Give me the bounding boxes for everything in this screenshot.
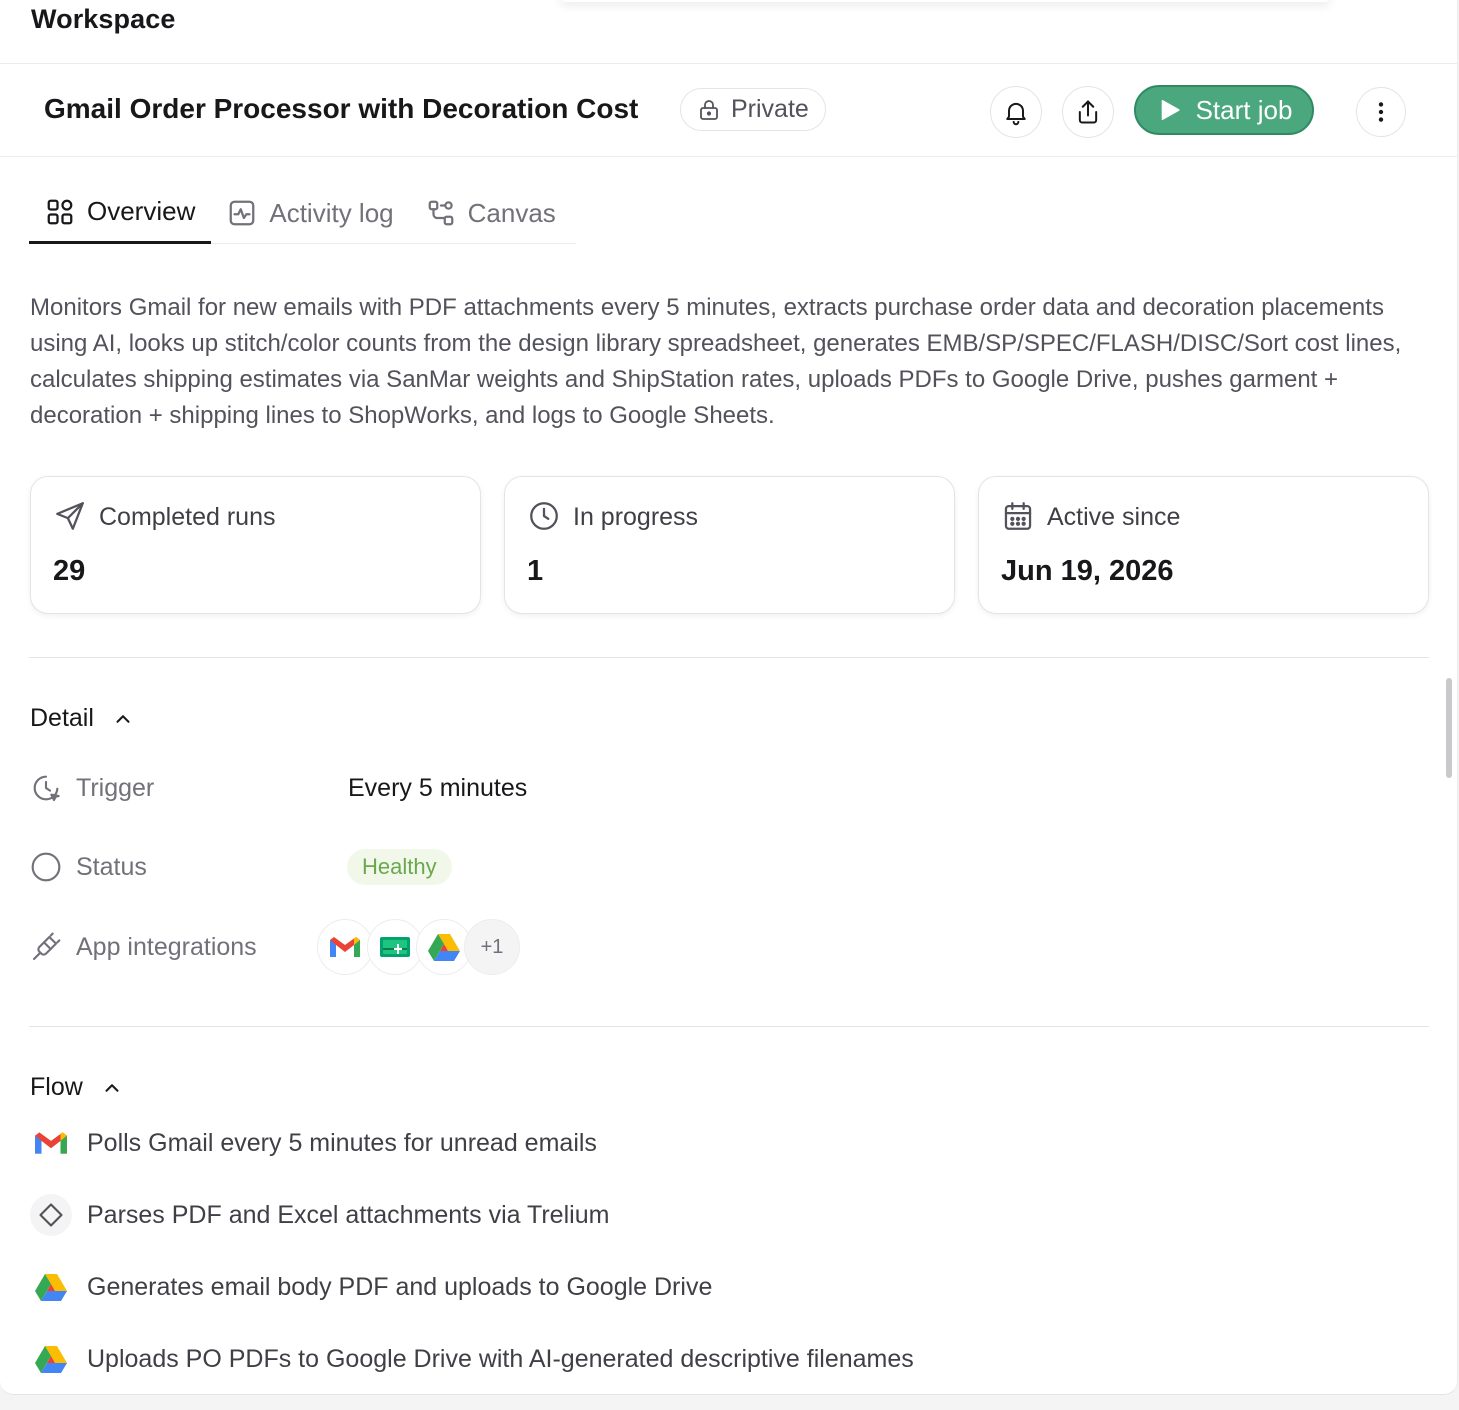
workspace-bar: Workspace [0, 0, 1457, 64]
google-drive-icon [428, 934, 460, 961]
flow-step-text: Uploads PO PDFs to Google Drive with AI-… [87, 1344, 914, 1373]
clock-refresh-icon [33, 775, 60, 802]
page: Workspace Gmail Order Processor with Dec… [0, 0, 1459, 1410]
google-drive-icon [35, 1346, 67, 1373]
detail-row-integrations: App integrations [30, 927, 257, 967]
tab-overview[interactable]: Overview [29, 182, 212, 244]
flow-step-icon [30, 1266, 72, 1308]
stat-label: Active since [1047, 503, 1181, 531]
stat-label: In progress [573, 503, 699, 531]
status-label: Status [76, 852, 147, 881]
flow-section-toggle[interactable]: Flow [30, 1073, 123, 1102]
tab-canvas-label: Canvas [467, 197, 556, 228]
workflow-icon [428, 200, 453, 226]
detail-section-toggle[interactable]: Detail [30, 704, 134, 733]
scrollbar-thumb[interactable] [1446, 678, 1452, 778]
integrations-label: App integrations [76, 932, 257, 961]
flow-title: Flow [30, 1073, 83, 1101]
stat-value: 29 [53, 555, 86, 587]
flow-step: Polls Gmail every 5 minutes for unread e… [30, 1122, 597, 1164]
detail-title: Detail [30, 704, 94, 732]
section-divider [29, 657, 1429, 658]
detail-row-status: Status Healthy [30, 847, 452, 887]
flow-step-text: Parses PDF and Excel attachments via Tre… [87, 1200, 610, 1229]
more-options-button[interactable] [1356, 87, 1406, 137]
start-job-label: Start job [1195, 94, 1293, 125]
gmail-icon [35, 1132, 67, 1154]
flow-step-icon [30, 1338, 72, 1380]
integration-google-sheets[interactable] [367, 919, 423, 975]
integrations-more-label: +1 [480, 935, 504, 958]
visibility-button[interactable]: Private [680, 88, 826, 131]
floating-overlay-edge [560, 0, 1330, 2]
tab-activity-log[interactable]: Activity log [211, 182, 409, 244]
job-description: Monitors Gmail for new emails with PDF a… [30, 294, 1402, 429]
flow-step-icon [30, 1194, 72, 1236]
more-vertical-icon [1378, 102, 1384, 122]
tab-bar: Overview Activity log Canvas [29, 182, 576, 244]
notifications-button[interactable] [990, 86, 1042, 138]
stat-card-in-progress: In progress 1 [504, 476, 955, 614]
tab-activity-log-label: Activity log [269, 197, 394, 228]
chevron-up-icon [105, 1083, 119, 1092]
job-header: Gmail Order Processor with Decoration Co… [0, 64, 1457, 157]
play-icon [1161, 99, 1180, 121]
integrations-more[interactable]: +1 [464, 919, 520, 975]
grid-icon [47, 199, 73, 224]
status-badge: Healthy [347, 849, 452, 885]
detail-row-trigger: Trigger Every 5 minutes [30, 768, 527, 808]
section-divider [29, 1026, 1429, 1027]
stat-label: Completed runs [99, 503, 276, 531]
trigger-value: Every 5 minutes [348, 773, 528, 802]
diamond-icon [39, 1203, 63, 1227]
stat-card-active-since: Active since Jun 19, 2026 [978, 476, 1429, 614]
clock-icon [530, 502, 558, 530]
status-circle-icon [31, 852, 61, 882]
share-button[interactable] [1062, 86, 1114, 138]
share-icon [1078, 100, 1098, 124]
workspace-title: Workspace [31, 4, 176, 34]
flow-step: Generates email body PDF and uploads to … [30, 1266, 712, 1308]
flow-step: Uploads PO PDFs to Google Drive with AI-… [30, 1338, 914, 1380]
trigger-label: Trigger [76, 773, 155, 802]
start-job-button[interactable]: Start job [1134, 85, 1314, 135]
stat-value: Jun 19, 2026 [1001, 555, 1174, 587]
google-sheets-icon [380, 937, 410, 957]
job-title: Gmail Order Processor with Decoration Co… [44, 93, 639, 124]
gmail-icon [330, 937, 360, 957]
google-drive-icon [35, 1274, 67, 1301]
chevron-up-icon [116, 714, 130, 723]
plug-icon [32, 932, 61, 961]
bell-icon [1006, 102, 1026, 126]
visibility-label: Private [731, 95, 809, 123]
job-panel: Workspace Gmail Order Processor with Dec… [0, 0, 1458, 1395]
stat-value: 1 [527, 555, 544, 587]
flow-step-text: Generates email body PDF and uploads to … [87, 1272, 713, 1301]
integration-gmail[interactable] [317, 919, 373, 975]
stat-card-completed-runs: Completed runs 29 [30, 476, 481, 614]
flow-step-icon [30, 1122, 72, 1164]
flow-step-text: Polls Gmail every 5 minutes for unread e… [87, 1128, 597, 1157]
tab-canvas[interactable]: Canvas [410, 182, 572, 244]
flow-step: Parses PDF and Excel attachments via Tre… [30, 1194, 609, 1236]
lock-icon [700, 99, 718, 120]
send-icon [56, 502, 84, 530]
calendar-icon [1004, 502, 1032, 530]
activity-icon [229, 200, 255, 226]
tab-overview-label: Overview [87, 196, 196, 226]
